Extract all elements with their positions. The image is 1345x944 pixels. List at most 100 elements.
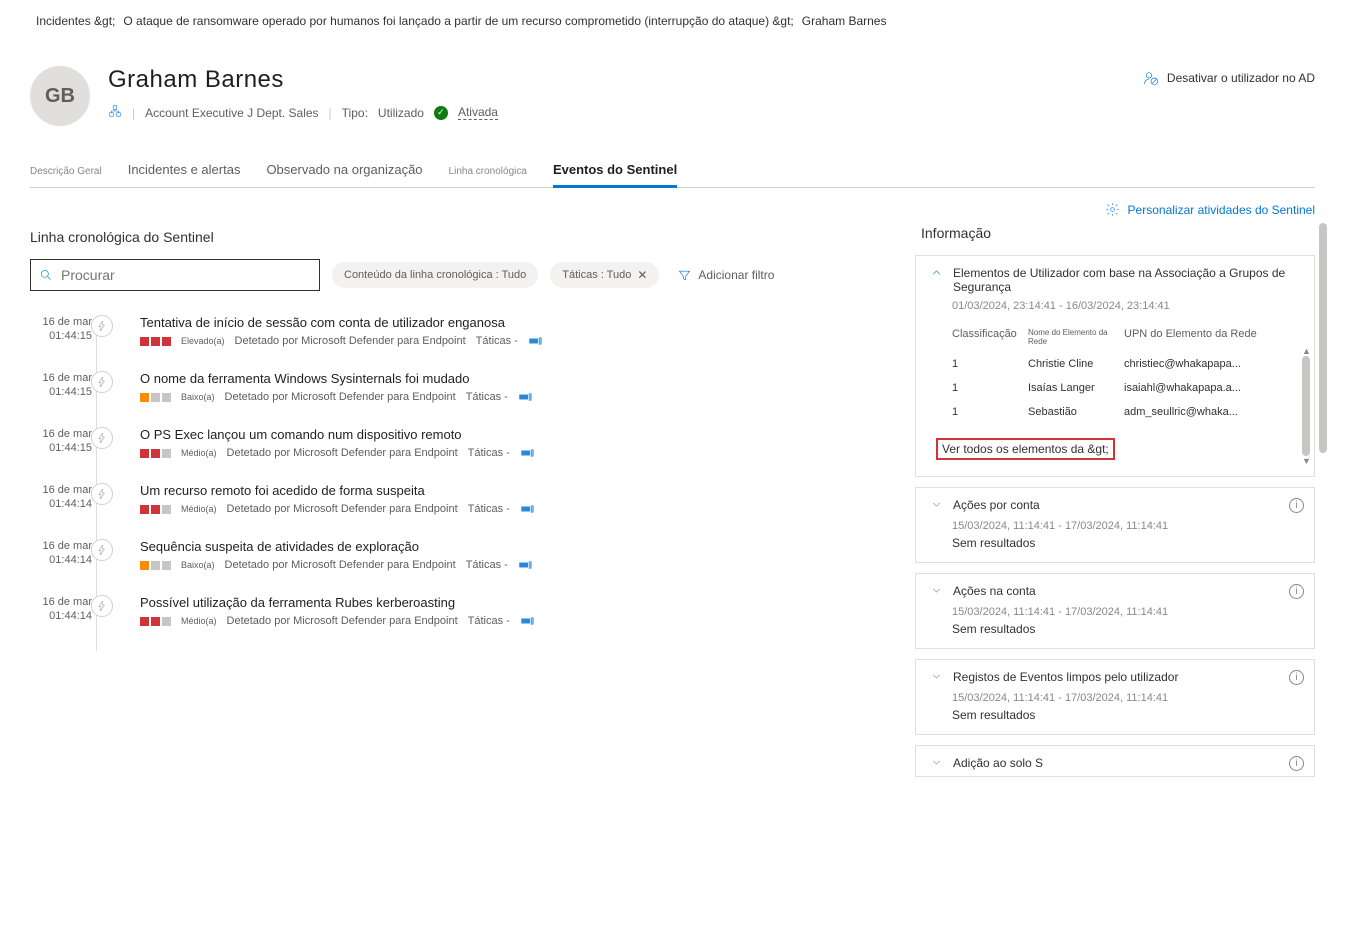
card-title: Ações na conta [953, 584, 1300, 598]
tabs: Descrição Geral Incidentes e alertas Obs… [30, 154, 1315, 188]
timeline-item-title: O nome da ferramenta Windows Sysinternal… [140, 371, 897, 386]
severity-label: Baixo(a) [181, 560, 215, 570]
card-user-peers: Elementos de Utilizador com base na Asso… [915, 255, 1315, 477]
info-icon[interactable]: i [1289, 756, 1304, 771]
card-range: 15/03/2024, 11:14:41 - 17/03/2024, 11:14… [952, 692, 1300, 704]
tactic-icon [520, 615, 535, 627]
entity-type-label: Tipo: [342, 106, 368, 120]
disable-user-label: Desativar o utilizador no AD [1167, 71, 1315, 85]
tab-overview[interactable]: Descrição Geral [30, 154, 102, 187]
severity-label: Baixo(a) [181, 392, 215, 402]
timeline-item-title: Um recurso remoto foi acedido de forma s… [140, 483, 897, 498]
timeline-list: 16 de mar01:44:15 Tentativa de início de… [30, 315, 897, 651]
bolt-icon [91, 427, 113, 449]
filter-pill-tactics-label: Táticas : Tudo [562, 269, 631, 281]
col-rank: Classificação [952, 328, 1022, 346]
bolt-icon [91, 371, 113, 393]
detected-by: Detetado por Microsoft Defender para End… [225, 391, 456, 403]
card-result: Sem resultados [952, 622, 1300, 636]
filter-icon [677, 268, 692, 283]
customize-label: Personalizar atividades do Sentinel [1128, 203, 1315, 217]
info-icon[interactable]: i [1289, 670, 1304, 685]
tab-sentinel-events[interactable]: Eventos do Sentinel [553, 154, 677, 187]
inner-scrollbar[interactable]: ▲▼ [1302, 346, 1310, 466]
card-group-addition: i Adição ao solo S [915, 745, 1315, 777]
chevron-down-icon[interactable] [930, 584, 943, 600]
tab-observed[interactable]: Observado na organização [266, 154, 422, 187]
card-actions-by-account: i Ações por conta 15/03/2024, 11:14:41 -… [915, 487, 1315, 563]
timeline-item[interactable]: 16 de mar01:44:15 O nome da ferramenta W… [104, 371, 897, 427]
card-title: Registos de Eventos limpos pelo utilizad… [953, 670, 1300, 684]
timeline-section-title: Linha cronológica do Sentinel [30, 229, 897, 245]
info-icon[interactable]: i [1289, 498, 1304, 513]
bolt-icon [91, 539, 113, 561]
entity-type-value: Utilizado [378, 106, 424, 120]
entity-status[interactable]: Ativada [458, 105, 498, 120]
timeline-item[interactable]: 16 de mar01:44:15 Tentativa de início de… [104, 315, 897, 371]
timeline-item-title: O PS Exec lançou um comando num disposit… [140, 427, 897, 442]
detected-by: Detetado por Microsoft Defender para End… [225, 559, 456, 571]
severity-label: Médio(a) [181, 448, 217, 458]
entity-role: Account Executive J Dept. Sales [145, 106, 318, 120]
timeline-item-title: Sequência suspeita de atividades de expl… [140, 539, 897, 554]
filter-pill-content-label: Conteúdo da linha cronológica : Tudo [344, 269, 526, 281]
detected-by: Detetado por Microsoft Defender para End… [235, 335, 466, 347]
timeline-item[interactable]: 16 de mar01:44:14 Sequência suspeita de … [104, 539, 897, 595]
search-input[interactable] [59, 266, 311, 284]
col-name: Nome do Elemento da Rede [1028, 328, 1118, 346]
card-user-peers-title: Elementos de Utilizador com base na Asso… [953, 266, 1300, 294]
crumb-root[interactable]: Incidentes &gt; [36, 14, 115, 28]
bolt-icon [91, 315, 113, 337]
tactics-label: Táticas - [476, 335, 518, 347]
add-filter-button[interactable]: Adicionar filtro [677, 268, 774, 283]
timeline-timestamp: 16 de mar01:44:15 [4, 371, 92, 400]
card-actions-on-account: i Ações na conta 15/03/2024, 11:14:41 - … [915, 573, 1315, 649]
card-result: Sem resultados [952, 708, 1300, 722]
crumb-incident[interactable]: O ataque de ransomware operado por human… [123, 14, 793, 28]
search-box[interactable] [30, 259, 320, 291]
disable-user-button[interactable]: Desativar o utilizador no AD [1143, 70, 1315, 86]
tactic-icon [520, 447, 535, 459]
filter-pill-tactics[interactable]: Táticas : Tudo ✕ [550, 262, 659, 288]
timeline-item[interactable]: 16 de mar01:44:14 Possível utilização da… [104, 595, 897, 651]
customize-activities-button[interactable]: Personalizar atividades do Sentinel [1105, 202, 1315, 217]
peers-table: Classificação Nome do Elemento da Rede U… [952, 322, 1300, 424]
tactic-icon [528, 335, 543, 347]
tab-timeline[interactable]: Linha cronológica [449, 154, 527, 187]
chevron-up-icon[interactable] [930, 266, 943, 282]
tactics-label: Táticas - [468, 615, 510, 627]
card-range: 15/03/2024, 11:14:41 - 17/03/2024, 11:14… [952, 520, 1300, 532]
chevron-down-icon[interactable] [930, 756, 943, 772]
close-icon[interactable]: ✕ [637, 268, 647, 282]
filter-pill-content[interactable]: Conteúdo da linha cronológica : Tudo [332, 262, 538, 288]
tab-incidents[interactable]: Incidentes e alertas [128, 154, 241, 187]
timeline-item-title: Possível utilização da ferramenta Rubes … [140, 595, 897, 610]
table-row[interactable]: 1Christie Clinechristiec@whakapapa... [952, 352, 1300, 376]
card-result: Sem resultados [952, 536, 1300, 550]
timeline-item-title: Tentativa de início de sessão com conta … [140, 315, 897, 330]
timeline-item[interactable]: 16 de mar01:44:14 Um recurso remoto foi … [104, 483, 897, 539]
panel-scrollbar[interactable] [1319, 223, 1329, 787]
severity-label: Médio(a) [181, 504, 217, 514]
view-all-peers-link[interactable]: Ver todos os elementos da &gt; [936, 438, 1115, 460]
detected-by: Detetado por Microsoft Defender para End… [227, 615, 458, 627]
card-user-peers-range: 01/03/2024, 23:14:41 - 16/03/2024, 23:14… [952, 300, 1300, 312]
severity-label: Elevado(a) [181, 336, 225, 346]
severity-indicator [140, 393, 171, 402]
check-icon: ✓ [434, 106, 448, 120]
card-title: Ações por conta [953, 498, 1300, 512]
info-section-title: Informação [921, 225, 1315, 241]
tactics-label: Táticas - [468, 447, 510, 459]
chevron-down-icon[interactable] [930, 498, 943, 514]
chevron-down-icon[interactable] [930, 670, 943, 686]
avatar: GB [30, 66, 90, 126]
detected-by: Detetado por Microsoft Defender para End… [227, 503, 458, 515]
info-icon[interactable]: i [1289, 584, 1304, 599]
table-row[interactable]: 1Isaías Langerisaiahl@whakapapa.a... [952, 376, 1300, 400]
breadcrumb: Incidentes &gt; O ataque de ransomware o… [30, 0, 1315, 36]
tactics-label: Táticas - [466, 559, 508, 571]
tactic-icon [518, 559, 533, 571]
add-filter-label: Adicionar filtro [698, 268, 774, 282]
table-row[interactable]: 1Sebastiãoadm_seullric@whaka... [952, 400, 1300, 424]
timeline-item[interactable]: 16 de mar01:44:15 O PS Exec lançou um co… [104, 427, 897, 483]
